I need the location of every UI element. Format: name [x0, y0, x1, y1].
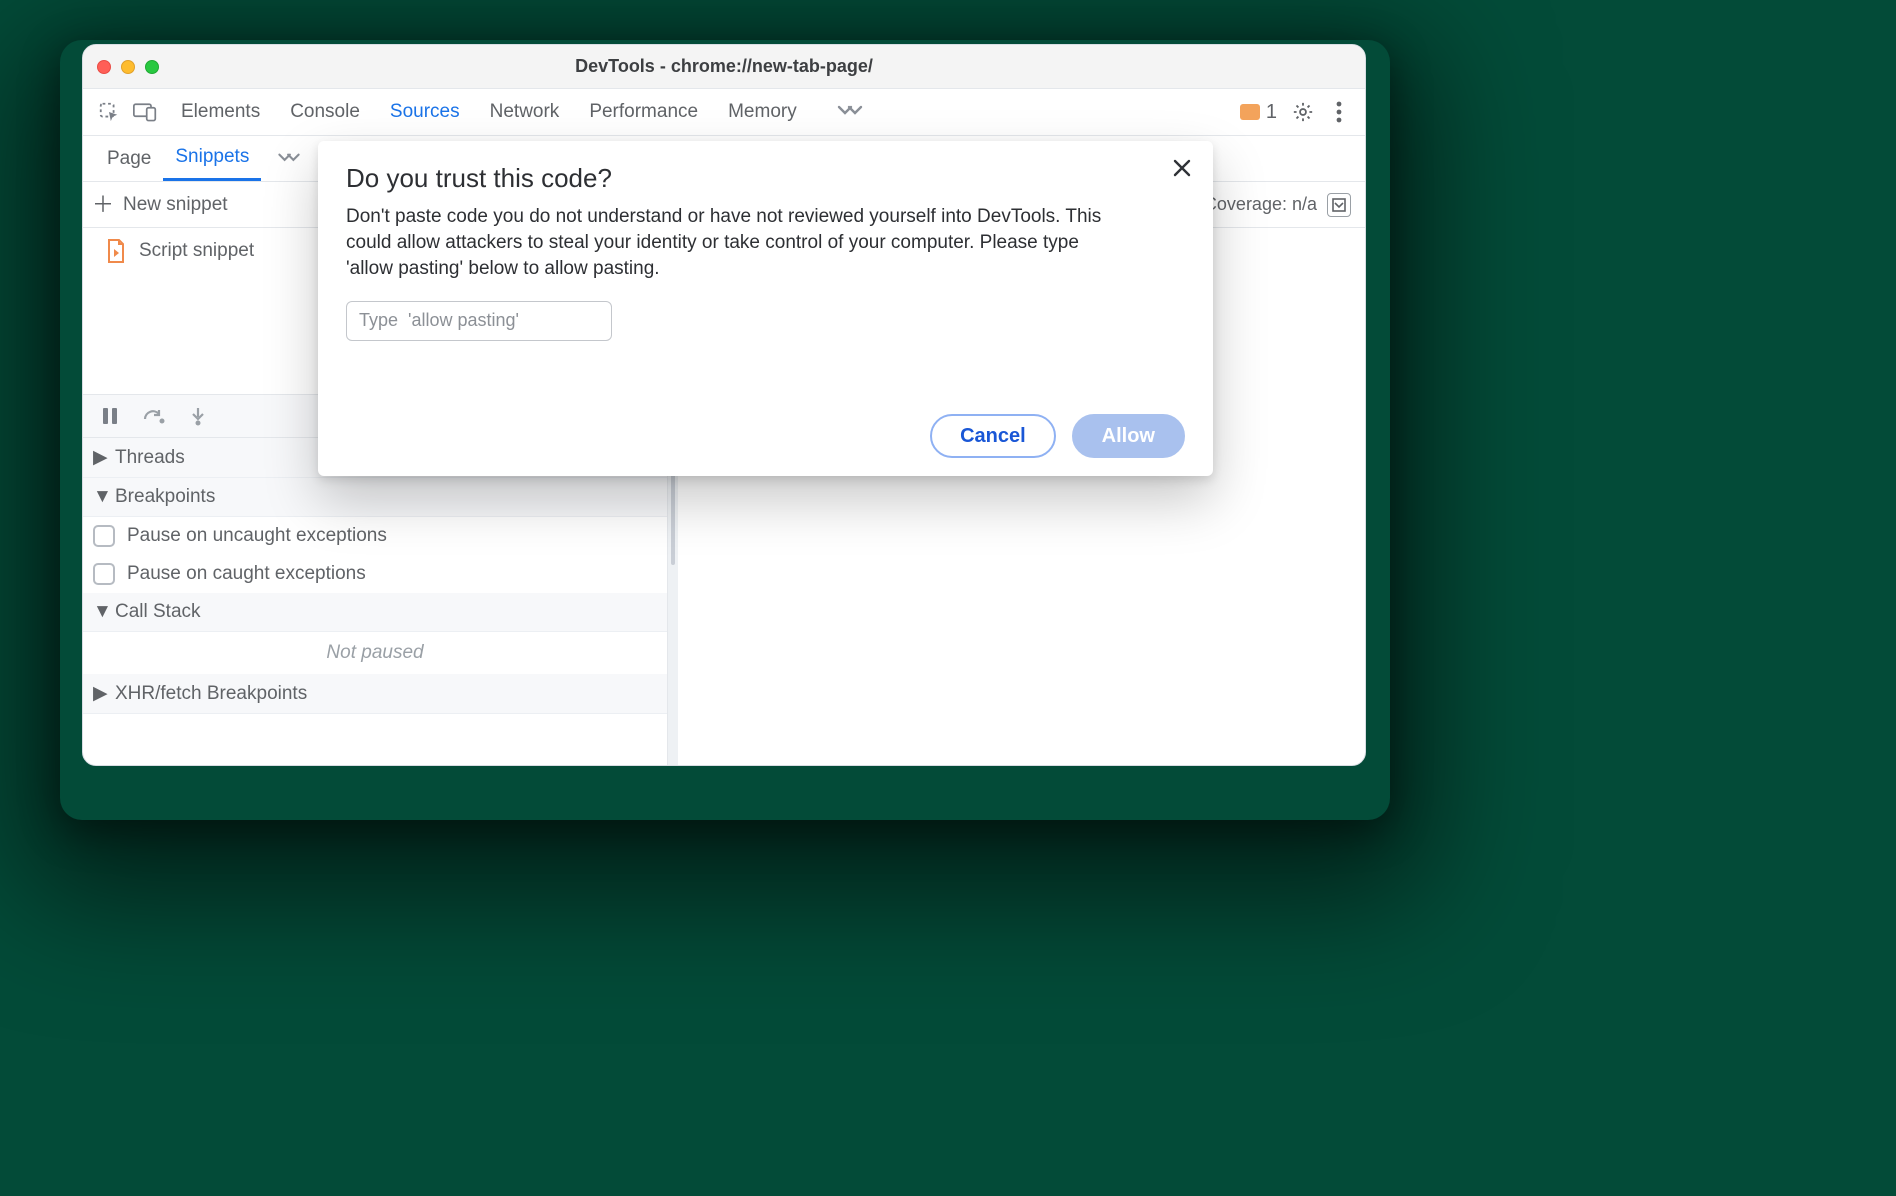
- pause-uncaught-row[interactable]: Pause on uncaught exceptions: [83, 517, 667, 555]
- tab-console[interactable]: Console: [290, 101, 360, 123]
- section-threads-label: Threads: [115, 447, 185, 469]
- allow-pasting-input[interactable]: [346, 301, 612, 341]
- dialog-close-button[interactable]: [1165, 151, 1199, 185]
- tab-performance[interactable]: Performance: [589, 101, 698, 123]
- inspect-element-icon[interactable]: [91, 94, 127, 130]
- section-xhr-breakpoints[interactable]: ▶ XHR/fetch Breakpoints: [83, 674, 667, 714]
- step-into-icon[interactable]: [181, 399, 215, 433]
- checkbox-icon[interactable]: [93, 525, 115, 547]
- checkbox-icon[interactable]: [93, 563, 115, 585]
- sidebar-tab-snippets[interactable]: Snippets: [163, 136, 261, 181]
- dialog-body: Don't paste code you do not understand o…: [346, 204, 1106, 283]
- snippet-file-label: Script snippet: [139, 240, 254, 262]
- tab-memory[interactable]: Memory: [728, 101, 797, 123]
- window-close-button[interactable]: [97, 60, 111, 74]
- traffic-lights: [97, 60, 159, 74]
- plus-icon: ＋: [93, 195, 113, 215]
- dialog-title: Do you trust this code?: [346, 163, 1185, 194]
- more-tabs-chevron-icon[interactable]: [837, 104, 863, 120]
- callstack-not-paused: Not paused: [83, 632, 667, 674]
- settings-gear-icon[interactable]: [1285, 94, 1321, 130]
- disclosure-down-icon: ▼: [93, 601, 107, 623]
- section-breakpoints[interactable]: ▼ Breakpoints: [83, 478, 667, 517]
- section-callstack[interactable]: ▼ Call Stack: [83, 593, 667, 632]
- sidebar-more-chevron-icon[interactable]: [265, 136, 313, 181]
- new-snippet-label: New snippet: [123, 194, 228, 216]
- section-xhr-label: XHR/fetch Breakpoints: [115, 683, 307, 705]
- titlebar: DevTools - chrome://new-tab-page/: [83, 45, 1365, 89]
- allow-button[interactable]: Allow: [1072, 414, 1185, 458]
- disclosure-down-icon: ▼: [93, 486, 107, 508]
- pause-caught-label: Pause on caught exceptions: [127, 563, 366, 585]
- disclosure-right-icon: ▶: [93, 682, 107, 705]
- toggle-drawer-icon[interactable]: [1327, 193, 1351, 217]
- device-toolbar-icon[interactable]: [127, 94, 163, 130]
- snippet-file-icon: [105, 238, 127, 264]
- panel-tabs-bar: Elements Console Sources Network Perform…: [83, 89, 1365, 136]
- issues-badge[interactable]: 1: [1240, 101, 1277, 124]
- pause-uncaught-label: Pause on uncaught exceptions: [127, 525, 387, 547]
- section-callstack-label: Call Stack: [115, 601, 201, 623]
- window-zoom-button[interactable]: [145, 60, 159, 74]
- debugger-sections: ▶ Threads ▼ Breakpoints Pause on uncaugh…: [83, 438, 667, 714]
- pause-icon[interactable]: [93, 399, 127, 433]
- more-menu-icon[interactable]: [1321, 94, 1357, 130]
- panel-tabs: Elements Console Sources Network Perform…: [181, 101, 863, 123]
- sidebar-tab-page[interactable]: Page: [95, 136, 163, 181]
- issues-count: 1: [1266, 101, 1277, 124]
- section-breakpoints-label: Breakpoints: [115, 486, 215, 508]
- disclosure-right-icon: ▶: [93, 446, 107, 469]
- tab-network[interactable]: Network: [490, 101, 560, 123]
- coverage-label: Coverage: n/a: [1204, 194, 1317, 215]
- warning-icon: [1240, 104, 1260, 120]
- step-over-icon[interactable]: [137, 399, 171, 433]
- tab-elements[interactable]: Elements: [181, 101, 260, 123]
- window-minimize-button[interactable]: [121, 60, 135, 74]
- cancel-button[interactable]: Cancel: [930, 414, 1056, 458]
- pause-caught-row[interactable]: Pause on caught exceptions: [83, 555, 667, 593]
- tab-sources[interactable]: Sources: [390, 101, 460, 123]
- trust-code-dialog: Do you trust this code? Don't paste code…: [318, 141, 1213, 476]
- window-title: DevTools - chrome://new-tab-page/: [83, 56, 1365, 77]
